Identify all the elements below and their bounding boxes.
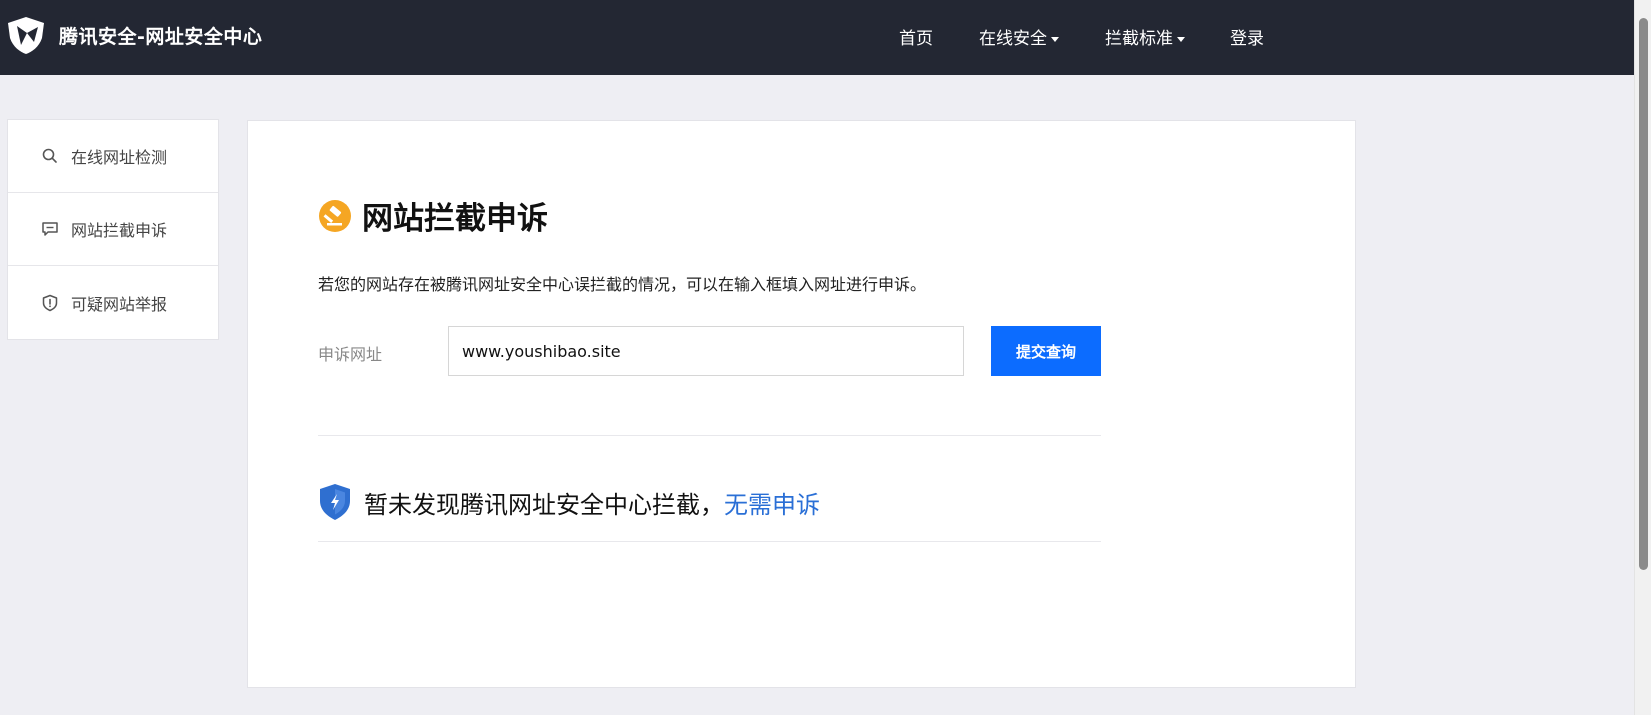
brand[interactable]: 腾讯安全-网址安全中心 [5,14,262,56]
nav-block-standard-label: 拦截标准 [1105,29,1173,49]
shield-alert-icon [42,294,58,311]
top-navbar: 腾讯安全-网址安全中心 首页 在线安全 拦截标准 登录 [0,0,1634,75]
vertical-scrollbar[interactable] [1634,0,1651,715]
result-text: 暂未发现腾讯网址安全中心拦截， [364,490,724,519]
nav-login-label: 登录 [1230,29,1264,49]
nav-login[interactable]: 登录 [1230,24,1264,49]
no-appeal-needed-link[interactable]: 无需申诉 [724,485,820,520]
tencent-security-logo-icon [8,17,44,54]
appeal-url-input[interactable] [448,326,964,376]
sidebar-item-label: 可疑网站举报 [71,294,168,314]
sidebar-item-url-check[interactable]: 在线网址检测 [8,120,218,193]
page-heading: 网站拦截申诉 [318,193,548,238]
message-icon [42,222,58,236]
sidebar-item-appeal[interactable]: 网站拦截申诉 [8,193,218,266]
divider [318,541,1101,542]
sidebar-item-report[interactable]: 可疑网站举报 [8,266,218,339]
nav-online-security-label: 在线安全 [979,29,1047,49]
nav-home[interactable]: 首页 [899,24,933,49]
nav-online-security[interactable]: 在线安全 [979,24,1059,49]
scrollbar-thumb[interactable] [1639,18,1648,570]
result-message: 暂未发现腾讯网址安全中心拦截， 无需申诉 [318,483,820,521]
submit-query-button[interactable]: 提交查询 [991,326,1101,376]
nav-home-label: 首页 [899,29,933,49]
sidebar: 在线网址检测 网站拦截申诉 可疑网站举报 [7,119,219,340]
page-title: 网站拦截申诉 [362,201,548,237]
gavel-icon [319,199,351,232]
search-icon [42,148,57,163]
site-title: 腾讯安全-网址安全中心 [59,25,263,48]
description-text: 若您的网站存在被腾讯网址安全中心误拦截的情况，可以在输入框填入网址进行申诉。 [318,275,927,294]
divider [318,435,1101,436]
caret-down-icon [1177,36,1185,42]
sidebar-item-label: 网站拦截申诉 [71,221,168,240]
url-field-label: 申诉网址 [318,345,383,364]
appeal-panel: 网站拦截申诉 若您的网站存在被腾讯网址安全中心误拦截的情况，可以在输入框填入网址… [247,120,1356,688]
shield-check-icon [320,484,350,520]
nav-block-standard[interactable]: 拦截标准 [1105,24,1185,49]
sidebar-item-label: 在线网址检测 [71,148,168,167]
caret-down-icon [1051,36,1059,42]
